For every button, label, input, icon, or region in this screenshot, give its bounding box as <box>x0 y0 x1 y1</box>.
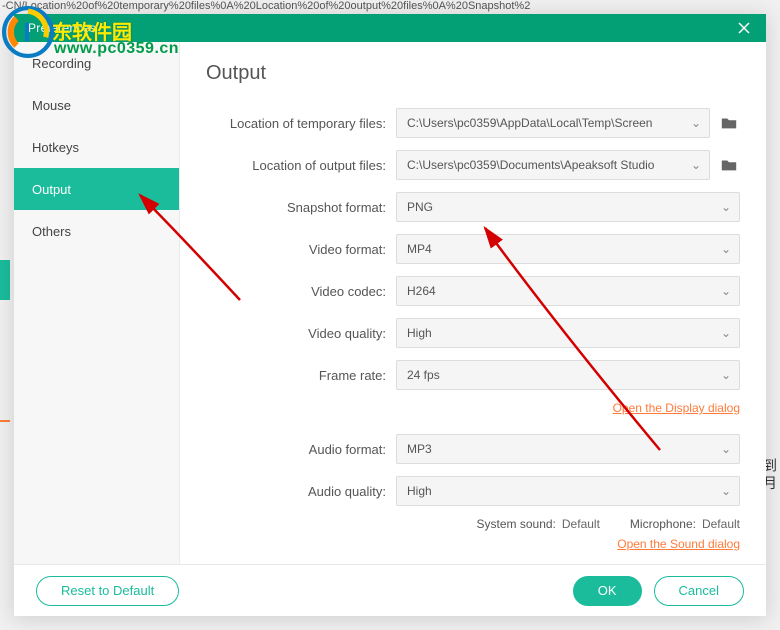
label-video-codec: Video codec: <box>206 284 396 299</box>
open-display-dialog-link[interactable]: Open the Display dialog <box>613 401 740 415</box>
chevron-down-icon: ⌄ <box>721 368 731 382</box>
chevron-down-icon: ⌄ <box>721 284 731 298</box>
label-video-quality: Video quality: <box>206 326 396 341</box>
select-video-quality[interactable]: High ⌄ <box>396 318 740 348</box>
bg-dash <box>0 420 10 422</box>
content-panel: Output Location of temporary files: C:\U… <box>180 42 766 564</box>
value-video-format: MP4 <box>407 242 432 256</box>
sidebar-item-others[interactable]: Others <box>14 210 179 252</box>
value-audio-quality: High <box>407 484 432 498</box>
dialog-footer: Reset to Default OK Cancel <box>14 564 766 616</box>
value-temp-files: C:\Users\pc0359\AppData\Local\Temp\Scree… <box>407 116 652 130</box>
output-heading: Output <box>206 62 740 85</box>
chevron-down-icon: ⌄ <box>691 158 701 172</box>
label-audio-format: Audio format: <box>206 442 396 457</box>
bg-accent-strip <box>0 260 10 300</box>
system-sound-label: System sound: <box>477 517 556 531</box>
value-frame-rate: 24 fps <box>407 368 440 382</box>
chevron-down-icon: ⌄ <box>721 242 731 256</box>
label-audio-quality: Audio quality: <box>206 484 396 499</box>
reset-to-default-button[interactable]: Reset to Default <box>36 576 179 606</box>
close-icon[interactable] <box>736 20 752 36</box>
select-video-format[interactable]: MP4 ⌄ <box>396 234 740 264</box>
cancel-button[interactable]: Cancel <box>654 576 744 606</box>
browse-temp-folder-button[interactable] <box>718 112 740 134</box>
value-video-quality: High <box>407 326 432 340</box>
dialog-title: Preferences <box>28 21 736 35</box>
chevron-down-icon: ⌄ <box>721 484 731 498</box>
value-output-files: C:\Users\pc0359\Documents\Apeaksoft Stud… <box>407 158 654 172</box>
value-video-codec: H264 <box>407 284 436 298</box>
sidebar-item-recording[interactable]: Recording <box>14 42 179 84</box>
microphone-value: Default <box>702 517 740 531</box>
chevron-down-icon: ⌄ <box>721 326 731 340</box>
label-frame-rate: Frame rate: <box>206 368 396 383</box>
sound-defaults-row: System sound: Default Microphone: Default <box>206 517 740 531</box>
system-sound-value: Default <box>562 517 600 531</box>
ok-button[interactable]: OK <box>573 576 642 606</box>
chevron-down-icon: ⌄ <box>721 442 731 456</box>
label-temp-files: Location of temporary files: <box>206 116 396 131</box>
select-frame-rate[interactable]: 24 fps ⌄ <box>396 360 740 390</box>
value-audio-format: MP3 <box>407 442 432 456</box>
value-snapshot-format: PNG <box>407 200 433 214</box>
label-video-format: Video format: <box>206 242 396 257</box>
preferences-dialog: Preferences Recording Mouse Hotkeys Outp… <box>14 14 766 616</box>
sidebar: Recording Mouse Hotkeys Output Others <box>14 42 180 564</box>
chevron-down-icon: ⌄ <box>721 200 731 214</box>
browse-output-folder-button[interactable] <box>718 154 740 176</box>
select-video-codec[interactable]: H264 ⌄ <box>396 276 740 306</box>
sidebar-item-hotkeys[interactable]: Hotkeys <box>14 126 179 168</box>
microphone-label: Microphone: <box>630 517 696 531</box>
titlebar: Preferences <box>14 14 766 42</box>
sidebar-item-mouse[interactable]: Mouse <box>14 84 179 126</box>
select-snapshot-format[interactable]: PNG ⌄ <box>396 192 740 222</box>
select-audio-quality[interactable]: High ⌄ <box>396 476 740 506</box>
url-fragment: -CN/Location%20of%20temporary%20files%0A… <box>0 0 780 14</box>
chevron-down-icon: ⌄ <box>691 116 701 130</box>
select-temp-files[interactable]: C:\Users\pc0359\AppData\Local\Temp\Scree… <box>396 108 710 138</box>
label-snapshot-format: Snapshot format: <box>206 200 396 215</box>
sidebar-item-output[interactable]: Output <box>14 168 179 210</box>
open-sound-dialog-link[interactable]: Open the Sound dialog <box>617 537 740 551</box>
dialog-body: Recording Mouse Hotkeys Output Others Ou… <box>14 42 766 564</box>
select-audio-format[interactable]: MP3 ⌄ <box>396 434 740 464</box>
label-output-files: Location of output files: <box>206 158 396 173</box>
select-output-files[interactable]: C:\Users\pc0359\Documents\Apeaksoft Stud… <box>396 150 710 180</box>
